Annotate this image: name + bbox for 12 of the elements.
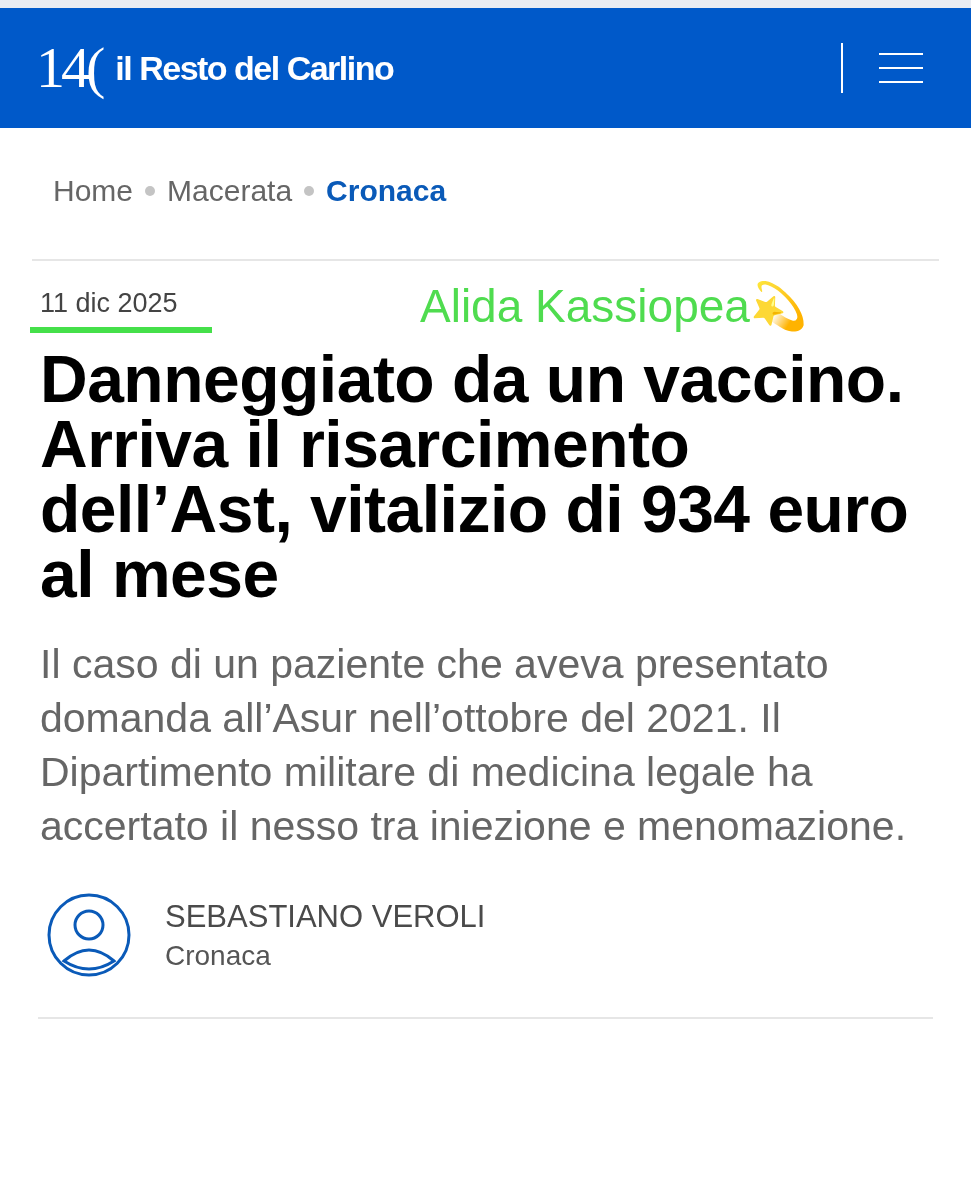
- logo-text: il Resto del Carlino: [115, 51, 394, 85]
- headline: Danneggiato da un vaccino. Arriva il risarcimento dell’Ast, vitalizio di 934 euro al mese: [40, 347, 910, 607]
- author-section: Cronaca: [165, 941, 486, 970]
- article-summary: Il caso di un paziente che aveva presentato domanda all’Asur nell’ottobre del 2021. Il Dipartimento militare di medicina legale ha accertato il nesso tra iniezione e menomazione.: [40, 640, 908, 851]
- user-avatar-icon: [47, 893, 131, 977]
- menu-icon[interactable]: [879, 53, 923, 83]
- breadcrumb-link[interactable]: Cronaca: [326, 168, 447, 213]
- author-name[interactable]: SEBASTIANO VEROLI: [165, 900, 486, 932]
- breadcrumb-link[interactable]: Macerata: [167, 168, 293, 213]
- logo-number: 14(: [36, 39, 102, 97]
- publish-date: 11 dic 2025: [40, 290, 179, 317]
- breadcrumb-link[interactable]: Home: [53, 168, 134, 213]
